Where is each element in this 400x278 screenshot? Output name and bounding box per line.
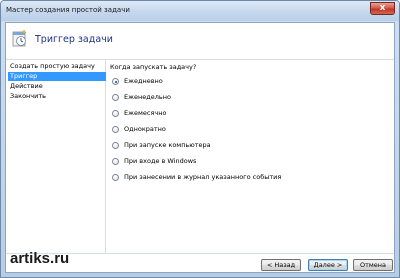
radio-option-weekly[interactable]: Еженедельно: [112, 93, 372, 103]
sidebar-item-create-task[interactable]: Создать простую задачу: [8, 62, 106, 71]
radio-option-startup[interactable]: При запуске компьютера: [112, 141, 372, 151]
sidebar-item-finish[interactable]: Закончить: [8, 92, 106, 101]
window-title: Мастер создания простой задачи: [6, 6, 130, 14]
radio-option-daily[interactable]: Ежедневно: [112, 77, 372, 87]
back-button[interactable]: < Назад: [261, 259, 301, 271]
radio-button[interactable]: [112, 110, 119, 117]
sidebar-item-action[interactable]: Действие: [8, 82, 106, 91]
trigger-question: Когда запускать задачу?: [110, 63, 197, 71]
radio-button[interactable]: [112, 142, 119, 149]
radio-label: Однократно: [124, 125, 166, 133]
radio-button[interactable]: [112, 94, 119, 101]
radio-label: Ежемесячно: [124, 109, 167, 117]
radio-button[interactable]: [112, 174, 119, 181]
radio-option-monthly[interactable]: Ежемесячно: [112, 109, 372, 119]
page-title: Триггер задачи: [35, 34, 113, 45]
radio-button[interactable]: [112, 158, 119, 165]
radio-option-logon[interactable]: При входе в Windows: [112, 157, 372, 167]
wizard-header: Триггер задачи: [6, 23, 394, 60]
wizard-content: Триггер задачи Создать простую задачу Тр…: [5, 22, 395, 273]
radio-option-once[interactable]: Однократно: [112, 125, 372, 135]
wizard-window: Мастер создания простой задачи x Триггер…: [0, 0, 400, 278]
radio-label: При запуске компьютера: [124, 141, 211, 149]
task-scheduler-icon: [12, 29, 27, 47]
radio-label: Еженедельно: [124, 93, 171, 101]
radio-label: При занесении в журнал указанного событи…: [124, 173, 282, 181]
title-bar[interactable]: Мастер создания простой задачи x: [1, 1, 399, 21]
cancel-button[interactable]: Отмена: [353, 259, 393, 271]
radio-label: При входе в Windows: [124, 157, 197, 165]
trigger-options-panel: Когда запускать задачу? Ежедневно Еженед…: [110, 60, 394, 253]
close-button[interactable]: x: [370, 2, 395, 15]
radio-button[interactable]: [112, 126, 119, 133]
radio-label: Ежедневно: [124, 77, 163, 85]
watermark: artiks.ru: [10, 250, 70, 267]
next-button[interactable]: Далее >: [308, 259, 348, 271]
radio-button[interactable]: [112, 78, 119, 85]
sidebar-item-trigger[interactable]: Триггер: [8, 72, 106, 81]
radio-option-event-log[interactable]: При занесении в журнал указанного событи…: [112, 173, 372, 183]
wizard-steps-sidebar: Создать простую задачу Триггер Действие …: [6, 60, 106, 253]
